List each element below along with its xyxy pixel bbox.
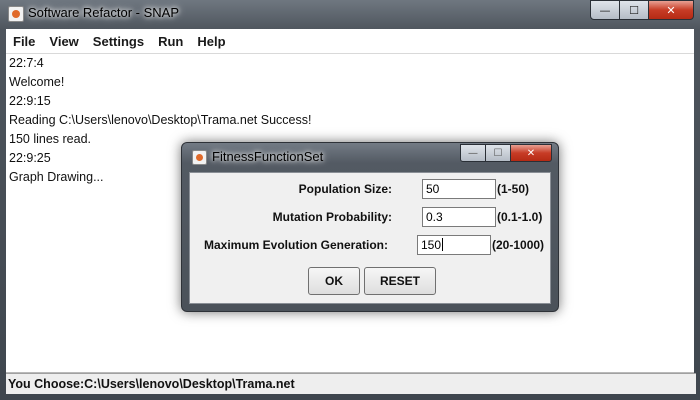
dialog-close-button[interactable]: ✕ [510, 144, 552, 162]
status-bar: You Choose:C:\Users\lenovo\Desktop\Trama… [6, 373, 696, 394]
reset-button[interactable]: RESET [364, 267, 436, 295]
text-caret [442, 238, 444, 251]
max-evolution-generation-range: (20-1000) [492, 238, 545, 252]
fitness-function-dialog: FitnessFunctionSet — ☐ ✕ Population Size… [181, 142, 559, 312]
menu-bar: File View Settings Run Help [6, 29, 694, 54]
maximize-icon: ☐ [493, 147, 503, 159]
mutation-probability-label: Mutation Probability: [272, 210, 392, 224]
mutation-probability-range: (0.1-1.0) [497, 210, 543, 224]
menu-settings[interactable]: Settings [86, 34, 151, 49]
max-evolution-generation-row: Maximum Evolution Generation: 150 (20-10… [190, 235, 550, 259]
close-icon: ✕ [526, 147, 536, 159]
mutation-probability-input[interactable]: 0.3 [422, 207, 496, 227]
dialog-maximize-button[interactable]: ☐ [485, 144, 511, 162]
app-icon [8, 6, 24, 22]
window-title: Software Refactor - SNAP [28, 5, 179, 20]
dialog-window-controls: — ☐ ✕ [460, 144, 552, 162]
log-line: Reading C:\Users\lenovo\Desktop\Trama.ne… [9, 113, 312, 127]
max-evolution-generation-input[interactable]: 150 [417, 235, 491, 255]
population-size-row: Population Size: 50 (1-50) [190, 179, 550, 203]
menu-file[interactable]: File [6, 34, 42, 49]
log-line: 22:9:15 [9, 94, 51, 108]
log-line: Welcome! [9, 75, 65, 89]
minimize-icon: — [599, 3, 611, 17]
close-icon: ✕ [666, 3, 676, 17]
menu-view[interactable]: View [42, 34, 85, 49]
dialog-body: Population Size: 50 (1-50) Mutation Prob… [189, 172, 551, 304]
title-bar[interactable]: Software Refactor - SNAP — ☐ ✕ [0, 0, 700, 28]
dialog-title: FitnessFunctionSet [212, 149, 324, 164]
dialog-app-icon [192, 150, 207, 165]
log-line: 22:7:4 [9, 56, 44, 70]
population-size-range: (1-50) [497, 182, 530, 196]
window-controls: — ☐ ✕ [590, 0, 694, 20]
population-size-label: Population Size: [298, 182, 392, 196]
max-evolution-generation-label: Maximum Evolution Generation: [203, 238, 388, 252]
maximize-icon: ☐ [629, 3, 639, 17]
population-size-input[interactable]: 50 [422, 179, 496, 199]
menu-help[interactable]: Help [190, 34, 232, 49]
minimize-icon: — [468, 147, 478, 159]
close-button[interactable]: ✕ [648, 0, 694, 20]
ok-button[interactable]: OK [308, 267, 360, 295]
max-evolution-generation-value: 150 [421, 238, 442, 252]
dialog-title-bar[interactable]: FitnessFunctionSet — ☐ ✕ [182, 143, 558, 169]
minimize-button[interactable]: — [590, 0, 620, 20]
menu-run[interactable]: Run [151, 34, 190, 49]
mutation-probability-row: Mutation Probability: 0.3 (0.1-1.0) [190, 207, 550, 231]
dialog-minimize-button[interactable]: — [460, 144, 486, 162]
maximize-button[interactable]: ☐ [619, 0, 649, 20]
